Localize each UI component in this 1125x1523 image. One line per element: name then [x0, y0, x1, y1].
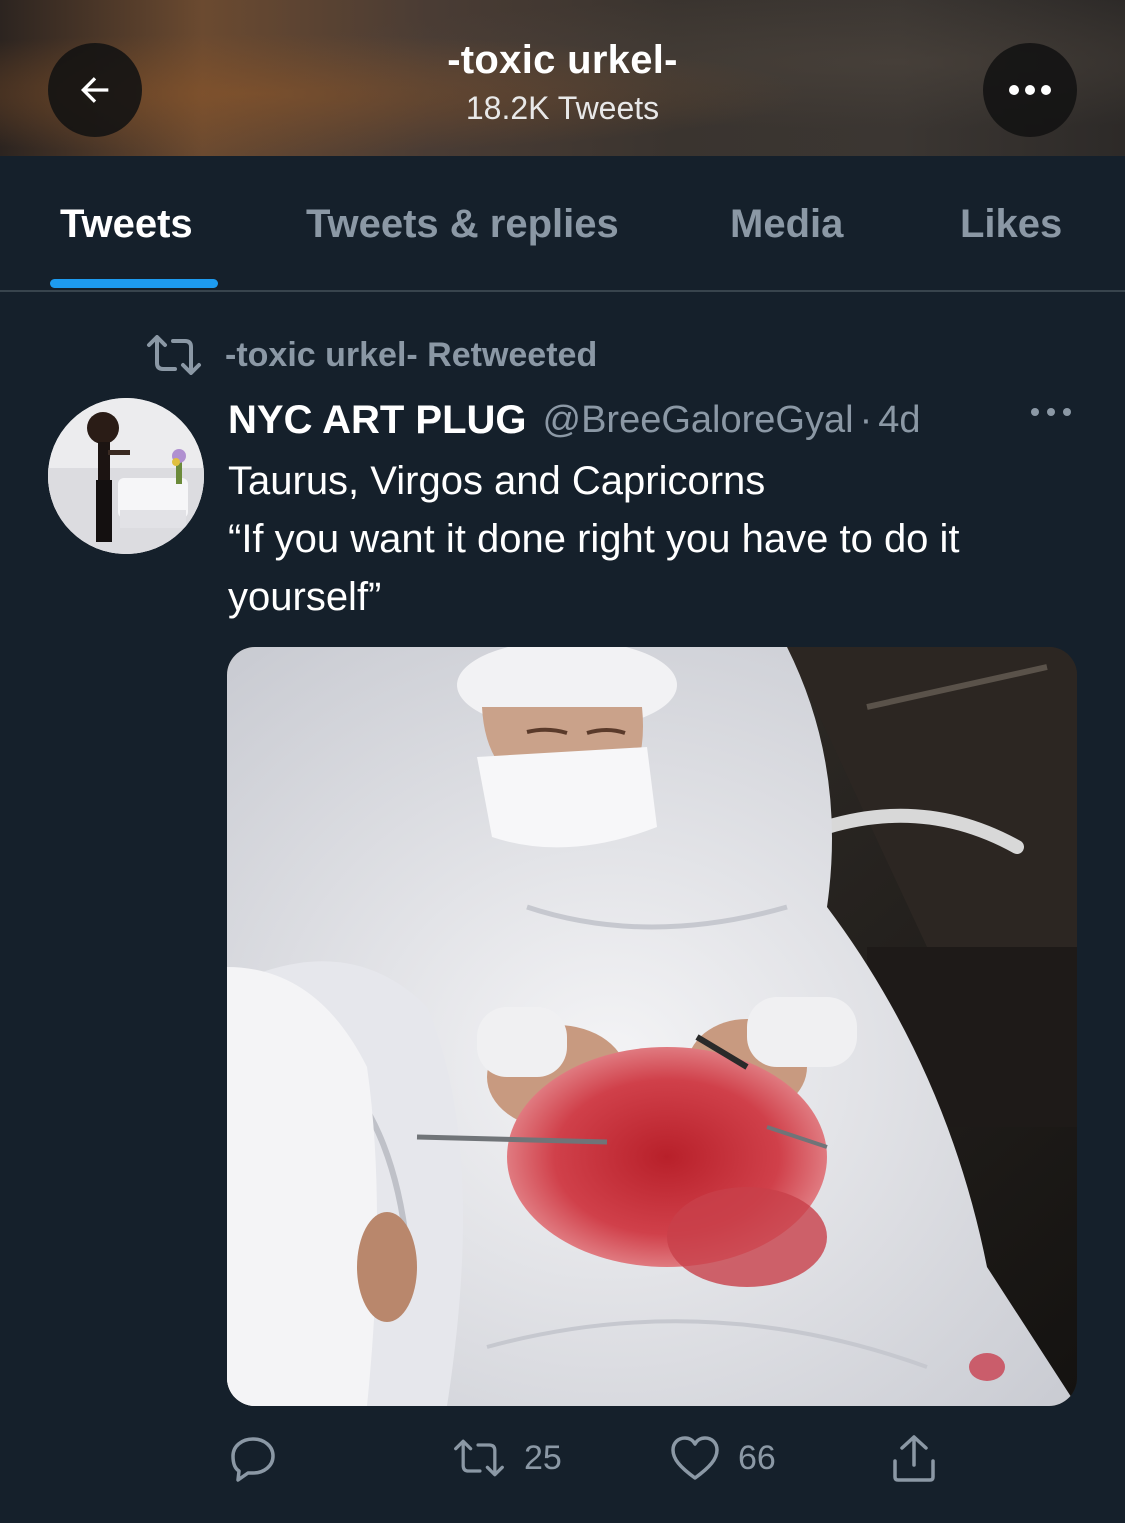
like-count: 66 [738, 1438, 776, 1477]
retweet-context-label: -toxic urkel- Retweeted [225, 335, 598, 374]
tab-tweets[interactable]: Tweets [60, 202, 193, 247]
tweet-count: 18.2K Tweets [465, 90, 660, 126]
share-button[interactable] [890, 1430, 938, 1486]
active-tab-indicator [50, 279, 218, 288]
more-button[interactable] [983, 43, 1077, 137]
separator: · [859, 398, 873, 441]
retweet-context[interactable]: -toxic urkel- Retweeted [145, 330, 597, 380]
ellipsis-icon [1009, 85, 1051, 95]
tweet-header: NYC ART PLUG @BreeGaloreGyal · 4d [228, 392, 1088, 448]
reply-button[interactable] [228, 1430, 278, 1486]
tab-likes[interactable]: Likes [960, 202, 1062, 247]
divider [0, 290, 1125, 292]
tab-media[interactable]: Media [730, 202, 843, 247]
tweet-more-button[interactable] [1030, 405, 1072, 423]
reply-icon [231, 1437, 275, 1482]
share-icon [893, 1435, 935, 1482]
tweet-media-photo[interactable] [227, 647, 1077, 1406]
heart-icon [671, 1436, 719, 1480]
profile-name: -toxic urkel- [447, 38, 678, 82]
tweet-time[interactable]: 4d [878, 399, 920, 442]
tweet-text: Taurus, Virgos and Capricorns “If you wa… [228, 459, 960, 619]
retweet-icon [147, 335, 201, 375]
like-button[interactable]: 66 [670, 1430, 776, 1486]
profile-tabs: Tweets Tweets & replies Media Likes [0, 156, 1125, 291]
author-handle[interactable]: @BreeGaloreGyal [543, 399, 854, 442]
ellipsis-icon [1031, 408, 1071, 416]
retweet-count: 25 [524, 1438, 562, 1477]
retweet-icon [454, 1439, 504, 1477]
tab-tweets-replies[interactable]: Tweets & replies [306, 202, 619, 247]
profile-header: -toxic urkel- 18.2K Tweets [0, 0, 1125, 156]
retweet-button[interactable]: 25 [452, 1430, 562, 1486]
avatar[interactable] [48, 398, 204, 554]
author-name[interactable]: NYC ART PLUG [228, 398, 527, 443]
